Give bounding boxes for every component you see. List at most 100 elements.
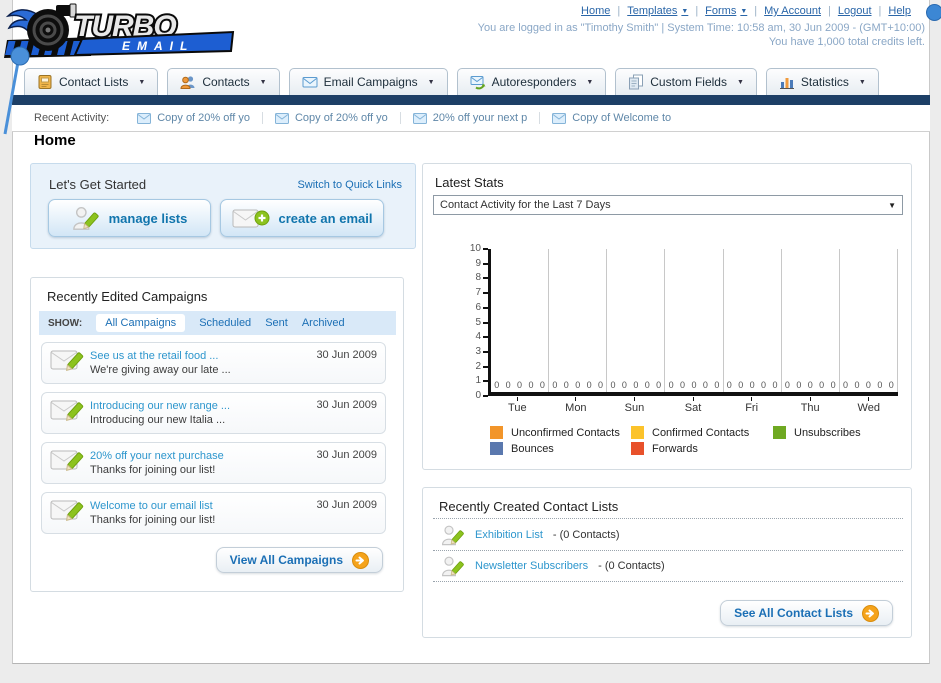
header-link-forms-label: Forms	[705, 5, 737, 17]
y-axis-tick-label: 7	[475, 288, 488, 298]
header-link-help-wrap: Help	[888, 5, 911, 17]
campaign-row[interactable]: Introducing our new range ... Introducin…	[41, 392, 386, 434]
chart-value-label: 0	[819, 380, 825, 390]
envelope-plus-icon	[232, 209, 270, 228]
recent-activity-item[interactable]: Copy of 20% off yo	[263, 112, 401, 124]
y-axis-tick-label: 2	[475, 361, 488, 372]
envelope-pencil-icon	[50, 447, 90, 480]
campaign-title-link[interactable]: See us at the retail food ...	[90, 349, 316, 363]
campaign-date: 30 Jun 2009	[316, 349, 377, 361]
see-all-contact-lists-label: See All Contact Lists	[734, 606, 853, 620]
legend-label: Unconfirmed Contacts	[511, 426, 620, 439]
chevron-down-icon: ▼	[138, 78, 146, 86]
campaign-subtitle: Thanks for joining our list!	[90, 464, 216, 476]
see-all-contact-lists-button[interactable]: See All Contact Lists	[720, 600, 893, 626]
switch-to-quick-links[interactable]: Switch to Quick Links	[297, 179, 402, 191]
arrow-right-icon	[352, 551, 369, 569]
person-pencil-icon	[441, 556, 464, 577]
recent-activity-label: Recent Activity:	[34, 112, 110, 124]
credits-text: You have 1,000 total credits left.	[768, 36, 925, 48]
chart-value-label: 0	[772, 380, 778, 390]
chevron-down-icon: ▼	[427, 78, 435, 86]
filter-archived[interactable]: Archived	[302, 317, 345, 329]
header-link-home[interactable]: Home	[581, 5, 610, 17]
campaign-subtitle: Introducing our new Italia ...	[90, 414, 226, 426]
main-nav: Contact Lists ▼ Contacts ▼ Email Campaigns…	[24, 68, 879, 95]
tab-label: Autoresponders	[491, 75, 577, 89]
manage-lists-button[interactable]: manage lists	[48, 199, 211, 237]
x-axis-label: Fri	[745, 402, 759, 414]
campaign-title-link[interactable]: Welcome to our email list	[90, 499, 316, 513]
campaign-title-link[interactable]: 20% off your next purchase	[90, 449, 316, 463]
page-title: Home	[34, 132, 76, 149]
contact-list-item[interactable]: Newsletter Subscribers - (0 Contacts)	[433, 550, 903, 582]
tab-label: Email Campaigns	[323, 75, 418, 89]
tab-custom-fields[interactable]: Custom Fields ▼	[615, 68, 757, 95]
campaign-row[interactable]: 20% off your next purchase Thanks for jo…	[41, 442, 386, 484]
tab-email-campaigns[interactable]: Email Campaigns ▼	[288, 68, 448, 95]
y-tick-value: 1	[475, 375, 481, 387]
chevron-down-icon: ▼	[736, 78, 744, 86]
recent-activity-item-label: Copy of Welcome to	[572, 112, 672, 124]
y-tick-mark	[483, 365, 488, 368]
y-axis-tick-label: 8	[475, 273, 488, 283]
y-tick-value: 5	[475, 316, 481, 328]
contact-list-link[interactable]: Newsletter Subscribers	[475, 560, 588, 572]
header-link-logout[interactable]: Logout	[838, 5, 872, 17]
filter-scheduled[interactable]: Scheduled	[199, 317, 251, 329]
envelope-pencil-icon	[50, 347, 90, 380]
x-axis-cell: Fri	[722, 397, 781, 414]
turbo-email-dashboard: TURBO TURBO EMAIL Home Templates▼ Forms▼…	[0, 0, 941, 683]
tab-autoresponders[interactable]: Autoresponders ▼	[456, 68, 607, 95]
campaign-row[interactable]: Welcome to our email list Thanks for joi…	[41, 492, 386, 534]
tab-contacts[interactable]: Contacts ▼	[167, 68, 280, 95]
contact-list-link[interactable]: Exhibition List	[475, 529, 543, 541]
stats-period-select[interactable]: Contact Activity for the Last 7 Days ▼	[433, 195, 903, 215]
envelope-pencil-icon	[50, 397, 90, 430]
recent-activity-item-label: Copy of 20% off yo	[294, 112, 388, 124]
chart-value-label: 0	[854, 380, 860, 390]
stats-period-value: Contact Activity for the Last 7 Days	[440, 199, 611, 211]
y-tick-value: 7	[475, 287, 481, 299]
filter-all-campaigns[interactable]: All Campaigns	[96, 314, 186, 332]
view-all-campaigns-button[interactable]: View All Campaigns	[215, 547, 383, 573]
envelope-arrow-icon	[470, 76, 486, 90]
tab-statistics[interactable]: Statistics ▼	[765, 68, 879, 95]
recent-activity-item[interactable]: Copy of Welcome to	[540, 112, 683, 124]
x-axis-cell: Sat	[664, 397, 723, 414]
y-tick-value: 8	[475, 272, 481, 284]
show-label: SHOW:	[48, 317, 83, 329]
header-link-help[interactable]: Help	[888, 5, 911, 17]
header-link-my-account-wrap: My Account	[764, 5, 838, 17]
recent-activity-item[interactable]: Copy of 20% off yo	[125, 112, 263, 124]
contact-list-item[interactable]: Exhibition List - (0 Contacts)	[433, 518, 903, 550]
chart-value-label: 0	[702, 380, 708, 390]
legend-item: Confirmed Contacts	[631, 426, 773, 439]
recent-activity-item[interactable]: 20% off your next p	[401, 112, 541, 124]
x-tick-mark	[633, 397, 635, 401]
legend-label: Unsubscribes	[794, 426, 861, 439]
latest-stats-heading: Latest Stats	[435, 175, 504, 190]
tab-contact-lists[interactable]: Contact Lists ▼	[24, 68, 159, 95]
x-tick-mark	[575, 397, 577, 401]
header-link-forms[interactable]: Forms ▼	[705, 5, 747, 17]
chart-value-label: 0	[552, 380, 558, 390]
create-an-email-label: create an email	[278, 210, 373, 226]
campaign-title-link[interactable]: Introducing our new range ...	[90, 399, 316, 413]
header-link-my-account[interactable]: My Account	[764, 5, 821, 17]
header-link-logout-wrap: Logout	[838, 5, 889, 17]
help-bubble-icon[interactable]	[926, 4, 941, 21]
campaign-row[interactable]: See us at the retail food ... We're givi…	[41, 342, 386, 384]
chart-legend: Unconfirmed Contacts Confirmed Contacts Un…	[490, 426, 898, 455]
create-an-email-button[interactable]: create an email	[220, 199, 384, 237]
tab-label: Contact Lists	[59, 75, 129, 89]
chart-value-label: 0	[644, 380, 650, 390]
legend-item: Unsubscribes	[773, 426, 923, 439]
chart-value-label: 0	[517, 380, 523, 390]
contact-lists: Exhibition List - (0 Contacts) Newslette…	[433, 518, 903, 582]
header-link-templates[interactable]: Templates ▼	[627, 5, 688, 17]
y-tick-mark	[483, 395, 488, 397]
filter-sent[interactable]: Sent	[265, 317, 288, 329]
chart-day-group: 00000	[491, 249, 550, 392]
campaign-date: 30 Jun 2009	[316, 399, 377, 411]
